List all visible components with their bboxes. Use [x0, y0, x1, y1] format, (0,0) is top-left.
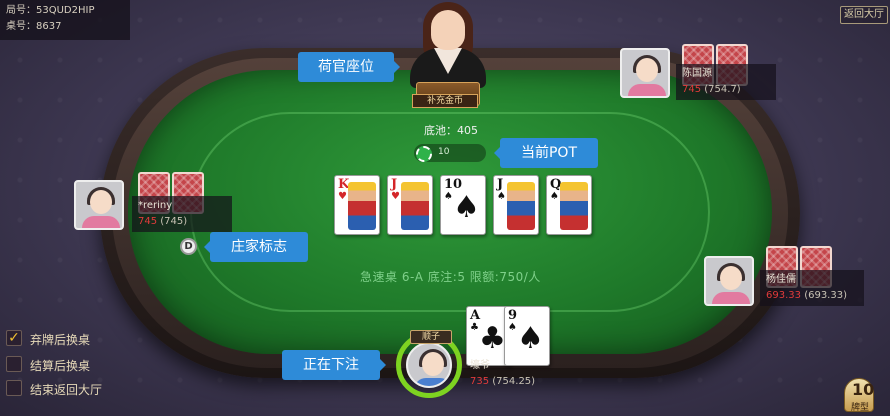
game-number: 局号：53QUD2HIP: [6, 5, 95, 16]
card-suit-icon: ♥: [391, 191, 400, 202]
card-suit-icon: ♠: [497, 191, 506, 202]
avatar[interactable]: [74, 180, 124, 230]
player-total: (745): [160, 216, 188, 227]
face-card-art: [560, 182, 588, 230]
dealer-button-icon: D: [180, 238, 197, 255]
hand-rank-badge: 顺子: [410, 330, 452, 344]
callout-dealer-marker: 庄家标志: [204, 232, 308, 262]
bet-value: 10: [438, 147, 450, 157]
playing-card: J ♠: [493, 175, 539, 235]
card-rank: J: [391, 177, 398, 192]
checkbox-icon[interactable]: [6, 356, 22, 372]
player-name: 陈国源: [682, 68, 712, 79]
player-info-me: 壕爷 735 (754.25): [464, 356, 548, 392]
player-info-left: *reriny 745 (745): [132, 196, 232, 232]
callout-betting: 正在下注: [282, 350, 386, 380]
back-to-lobby-button[interactable]: 返回大厅: [840, 6, 888, 24]
card-rank: 9: [508, 308, 518, 323]
player-name: 壕爷: [470, 360, 490, 371]
playing-card: Q ♠: [546, 175, 592, 235]
player-chips: 735: [470, 376, 490, 387]
chip-icon: [416, 146, 432, 162]
game-info-box: 局号：53QUD2HIP 桌号：8637: [0, 0, 130, 40]
card-suit-icon: ♣: [470, 322, 479, 333]
callout-dealer-seat: 荷官座位: [298, 52, 400, 82]
avatar[interactable]: [406, 342, 452, 388]
player-chips: 745: [138, 216, 158, 227]
player-chips: 745: [682, 84, 702, 95]
card-pip-icon: ♣: [479, 321, 506, 356]
card-suit-icon: ♠: [550, 191, 559, 202]
playing-card: K ♥: [334, 175, 380, 235]
player-chips: 693.33: [766, 290, 801, 301]
face-card-art: [507, 182, 535, 230]
pot-total: 底池：405: [424, 124, 478, 137]
card-pip-icon: ♠: [453, 190, 480, 225]
card-suit-icon: ♠: [508, 322, 517, 333]
playing-card: J ♥: [387, 175, 433, 235]
card-suit-icon: ♠: [444, 191, 453, 202]
hand-types-icon: 10: [852, 380, 875, 399]
hand-types-label: 牌型: [850, 403, 869, 413]
player-total: (693.33): [804, 290, 847, 301]
player-info-top-right: 陈国源 745 (754.7): [676, 64, 776, 100]
card-rank: J: [497, 177, 504, 192]
player-total: (754.25): [492, 376, 536, 387]
checkbox-icon[interactable]: ✓: [6, 330, 22, 346]
table-number: 桌号：8637: [6, 21, 62, 32]
player-info-right: 杨佳儒 693.33 (693.33): [760, 270, 864, 306]
player-name: 杨佳儒: [766, 274, 796, 285]
card-pip-icon: ♠: [517, 321, 544, 356]
add-chips-button[interactable]: 补充金币: [412, 94, 478, 108]
player-total: (754.7): [704, 84, 741, 95]
face-card-art: [401, 182, 429, 230]
avatar[interactable]: [704, 256, 754, 306]
playing-card: 10 ♠ ♠: [440, 175, 486, 235]
checkbox-icon[interactable]: [6, 380, 22, 396]
callout-current-pot: 当前POT: [494, 138, 598, 168]
game-stage: 局号：53QUD2HIP 桌号：8637 返回大厅 补充金币 荷官座位 当前PO…: [0, 0, 890, 416]
avatar[interactable]: [620, 48, 670, 98]
face-card-art: [348, 182, 376, 230]
card-suit-icon: ♥: [338, 191, 347, 202]
table-info: 急速桌 6-A 底注:5 限额:750/人: [360, 270, 541, 284]
player-name: *reriny: [138, 200, 173, 211]
